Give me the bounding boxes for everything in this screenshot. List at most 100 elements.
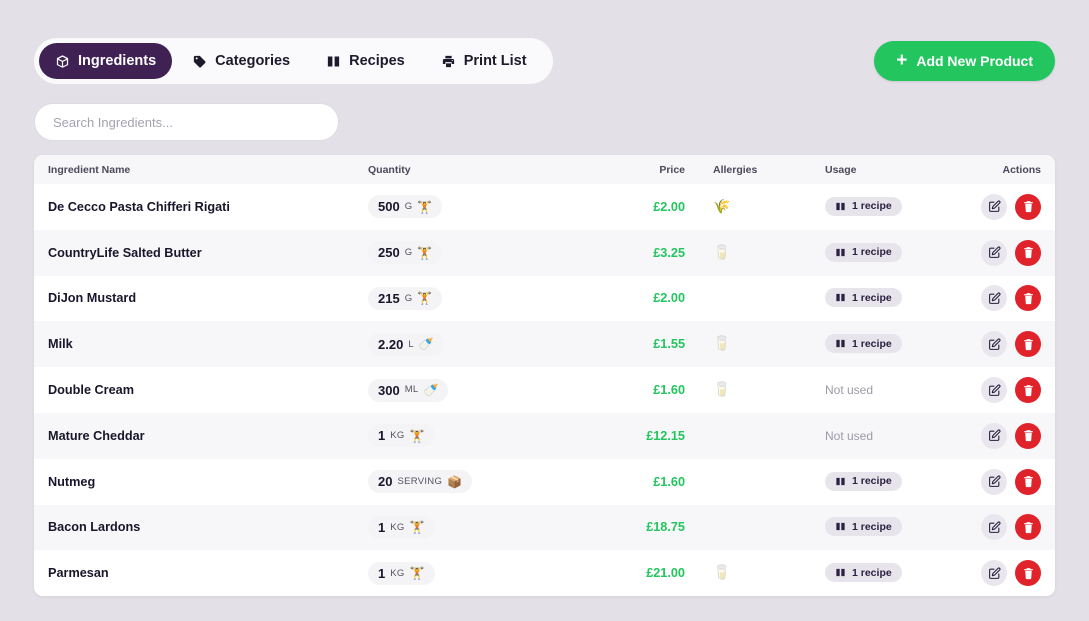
ingredients-page: Ingredients Categories Recipes Print List +… xyxy=(0,0,1089,621)
trash-icon xyxy=(1022,292,1035,305)
usage-label: 1 recipe xyxy=(852,520,892,533)
book-icon xyxy=(835,338,846,349)
edit-button[interactable] xyxy=(981,377,1007,404)
edit-button[interactable] xyxy=(981,468,1007,495)
quantity-value: 250 xyxy=(378,245,400,261)
cell-quantity: 20 SERVING 📦 xyxy=(354,459,599,505)
cell-allergies xyxy=(699,459,811,505)
quantity-value: 2.20 xyxy=(378,336,404,352)
edit-button[interactable] xyxy=(981,422,1007,449)
price-value: £1.60 xyxy=(653,383,685,398)
wheat-gluten-icon: 🌾 xyxy=(713,197,731,214)
quantity-pill: 250 G 🏋 xyxy=(368,241,443,265)
cell-usage: Not used xyxy=(811,413,966,459)
quantity-pill: 1 KG 🏋 xyxy=(368,561,435,585)
table-row: Parmesan 1 KG 🏋 £21.00 🥛 1 recipe xyxy=(34,550,1055,597)
quantity-pill: 1 KG 🏋 xyxy=(368,515,435,539)
header-allergies: Allergies xyxy=(699,155,811,184)
cell-quantity: 500 G 🏋 xyxy=(354,184,599,230)
delete-button[interactable] xyxy=(1015,560,1041,587)
add-new-product-button[interactable]: + Add New Product xyxy=(874,41,1055,81)
quantity-pill: 215 G 🏋 xyxy=(368,286,443,310)
cell-allergies: 🥛 xyxy=(699,367,811,413)
quantity-value: 215 xyxy=(378,290,400,306)
cell-price: £2.00 xyxy=(599,184,699,230)
cell-usage: 1 recipe xyxy=(811,321,966,367)
ingredient-name: Bacon Lardons xyxy=(48,520,141,535)
dairy-icon: 🥛 xyxy=(713,381,731,398)
cell-price: £2.00 xyxy=(599,276,699,322)
ingredient-name: Milk xyxy=(48,337,73,352)
delete-button[interactable] xyxy=(1015,422,1041,449)
delete-button[interactable] xyxy=(1015,239,1041,266)
quantity-unit-icon: 🏋 xyxy=(409,566,425,581)
row-actions xyxy=(980,422,1041,449)
pencil-icon xyxy=(988,246,1001,259)
cell-price: £1.60 xyxy=(599,459,699,505)
quantity-unit: KG xyxy=(390,521,405,533)
edit-button[interactable] xyxy=(981,193,1007,220)
usage-badge: 1 recipe xyxy=(825,242,902,262)
tab-label: Recipes xyxy=(349,53,405,69)
cell-usage: 1 recipe xyxy=(811,550,966,596)
cell-allergies: 🥛 xyxy=(699,321,811,367)
table-row: Bacon Lardons 1 KG 🏋 £18.75 1 recipe xyxy=(34,504,1055,551)
tab-ingredients[interactable]: Ingredients xyxy=(39,43,173,79)
usage-not-used: Not used xyxy=(825,428,874,443)
cell-price: £1.55 xyxy=(599,321,699,367)
delete-button[interactable] xyxy=(1015,514,1041,541)
cell-actions xyxy=(966,276,1055,322)
edit-button[interactable] xyxy=(981,285,1007,312)
delete-button[interactable] xyxy=(1015,285,1041,312)
quantity-unit: KG xyxy=(390,430,405,442)
cell-actions xyxy=(966,184,1055,230)
cell-allergies: 🥛 xyxy=(699,550,811,596)
tab-label: Ingredients xyxy=(78,53,157,69)
table-header-row: Ingredient Name Quantity Price Allergies… xyxy=(34,155,1055,184)
delete-button[interactable] xyxy=(1015,377,1041,404)
cell-actions xyxy=(966,459,1055,505)
dairy-icon: 🥛 xyxy=(713,335,731,352)
cell-actions xyxy=(966,505,1055,551)
quantity-pill: 2.20 L 🍼 xyxy=(368,332,444,356)
quantity-value: 300 xyxy=(378,382,400,398)
trash-icon xyxy=(1022,246,1035,259)
quantity-unit: SERVING xyxy=(397,475,443,487)
edit-button[interactable] xyxy=(981,560,1007,587)
book-icon xyxy=(835,247,846,258)
row-actions xyxy=(980,285,1041,312)
tab-print-list[interactable]: Print List xyxy=(425,43,543,79)
top-toolbar: Ingredients Categories Recipes Print List +… xyxy=(34,38,1055,84)
edit-button[interactable] xyxy=(981,239,1007,266)
quantity-unit-icon: 📦 xyxy=(447,474,463,489)
row-actions xyxy=(980,331,1041,358)
ingredient-name: Double Cream xyxy=(48,383,135,398)
quantity-unit-icon: 🏋 xyxy=(409,428,425,443)
quantity-unit: ML xyxy=(404,384,419,396)
row-actions xyxy=(980,560,1041,587)
delete-button[interactable] xyxy=(1015,331,1041,358)
cell-price: £18.75 xyxy=(599,505,699,551)
delete-button[interactable] xyxy=(1015,468,1041,495)
trash-icon xyxy=(1022,475,1035,488)
cell-actions xyxy=(966,367,1055,413)
search-input[interactable] xyxy=(34,103,339,141)
cell-allergies: 🌾 xyxy=(699,184,811,230)
trash-icon xyxy=(1022,338,1035,351)
delete-button[interactable] xyxy=(1015,193,1041,220)
row-actions xyxy=(980,377,1041,404)
book-icon xyxy=(835,201,846,212)
cell-quantity: 1 KG 🏋 xyxy=(354,505,599,551)
pencil-icon xyxy=(988,200,1001,213)
tab-categories[interactable]: Categories xyxy=(176,43,306,79)
row-actions xyxy=(980,468,1041,495)
header-usage: Usage xyxy=(811,155,966,184)
book-icon xyxy=(326,54,341,69)
tab-recipes[interactable]: Recipes xyxy=(310,43,421,79)
ingredient-name: Nutmeg xyxy=(48,474,96,489)
quantity-unit: G xyxy=(404,201,413,213)
edit-button[interactable] xyxy=(981,331,1007,358)
edit-button[interactable] xyxy=(981,514,1007,541)
header-price: Price xyxy=(599,155,699,184)
cell-allergies xyxy=(699,276,811,322)
